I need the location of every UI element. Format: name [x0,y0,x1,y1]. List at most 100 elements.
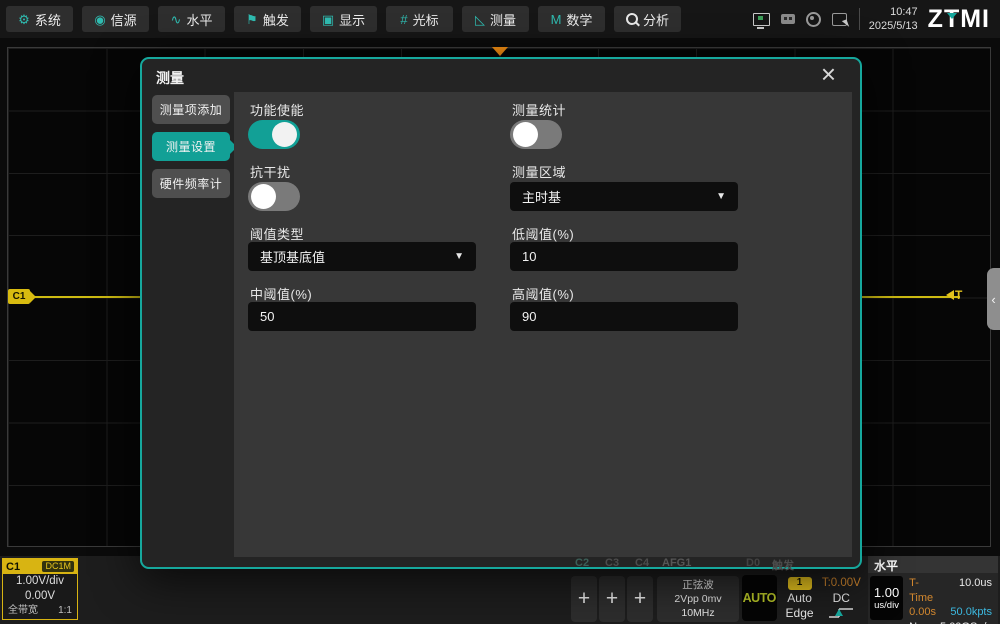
clock-date: 2025/5/13 [869,19,918,33]
menu-button-analyze[interactable]: 分析 [614,6,681,32]
logo-t-triangle-icon: T [944,5,960,34]
flag-icon: ⚑ [246,13,258,26]
trigger-position-marker[interactable] [492,47,508,56]
anti-jam-toggle[interactable] [248,182,300,211]
usb-status-icon [781,14,795,24]
timebase-value: 1.00 [870,586,903,600]
touch-status-icon [806,12,821,27]
mid-threshold-input[interactable] [248,302,476,331]
lan-status-icon [753,13,770,26]
hash-cursor-icon: # [400,13,407,26]
menu-button-cursor[interactable]: # 光标 [386,6,453,32]
threshold-type-value: 基顶基底值 [260,247,325,266]
add-channel4-button[interactable]: + [627,576,653,622]
trigger-info-panel[interactable]: AUTO 1 Auto Edge T:0.00V DC [742,574,864,622]
trigger-level-value: T:0.00V [822,576,861,590]
gesture-status-icon [832,13,847,26]
dialog-content-panel: 功能使能 测量统计 抗干扰 测量区域 主时基 ▼ 阈值类型 基顶基底值 ▼ 低阈… [234,92,852,557]
high-threshold-input[interactable] [510,302,738,331]
brand-logo: ZTMI [928,5,990,34]
channel1-header: C1 DC1M [3,559,77,574]
chevron-down-icon: ▼ [454,251,464,262]
trigger-mode: AUTO [742,575,777,621]
trigger-level-marker[interactable]: T [946,288,962,302]
anti-jam-label: 抗干扰 [250,162,291,181]
trigger-source-badge: 1 [788,577,812,590]
ttime-value: 10.0us [940,576,992,605]
menu-label: 系统 [35,10,61,29]
chevron-down-icon: ▼ [716,191,726,202]
delay-value: 0.00s [909,605,936,620]
sidebar-item-add-measurement[interactable]: 测量项添加 [152,95,230,124]
channel1-name: C1 [6,561,20,573]
channel1-scale: 1.00V/div [3,574,77,589]
measure-region-value: 主时基 [522,187,561,206]
threshold-type-select[interactable]: 基顶基底值 ▼ [248,242,476,271]
status-icon-cluster [753,12,847,27]
horizontal-info-panel[interactable]: 水平 1.00 us/div T-Time 10.0us 0.00s 50.0k… [868,556,998,624]
math-m-icon: M [551,13,562,26]
timebase-scale-box: 1.00 us/div [870,576,903,620]
menu-button-display[interactable]: ▣ 显示 [310,6,377,32]
measure-statistics-label: 测量统计 [512,100,566,119]
function-enable-toggle[interactable] [248,120,300,149]
menu-label: 水平 [186,10,212,29]
menu-label: 分析 [643,10,669,29]
antenna-icon: ◉ [94,13,105,26]
channel1-bandwidth: 全带宽 [8,604,38,618]
memory-depth: 50.0kpts [940,605,992,620]
monitor-icon: ▣ [322,13,334,26]
menu-label: 数学 [566,10,592,29]
measure-statistics-toggle[interactable] [510,120,562,149]
high-threshold-label: 高阈值(%) [512,284,574,303]
trigger-coupling: DC [833,591,850,605]
measure-region-select[interactable]: 主时基 ▼ [510,182,738,211]
acquire-mode: Norm [909,620,936,624]
side-panel-handle[interactable]: ‹ [987,268,1000,330]
sample-rate: 5.00GSa/s [940,620,992,624]
menu-button-source[interactable]: ◉ 信源 [82,6,149,32]
trigger-level-arrow-icon [946,290,954,300]
measure-region-label: 测量区域 [512,162,566,181]
threshold-type-label: 阈值类型 [250,224,304,243]
magnifier-icon [626,13,638,25]
channel1-info-box[interactable]: C1 DC1M 1.00V/div 0.00V 全带宽 1:1 [2,558,78,620]
channel1-level-tag[interactable]: C1 [8,289,30,304]
menu-button-measure[interactable]: ◺ 测量 [462,6,529,32]
menu-button-horizontal[interactable]: ∿ 水平 [158,6,225,32]
afg-amplitude: 2Vpp 0mv [657,592,739,606]
channel1-probe-ratio: 1:1 [58,604,72,618]
function-enable-label: 功能使能 [250,100,304,119]
sidebar-item-measure-settings[interactable]: 测量设置 [152,132,230,161]
afg-waveform: 正弦波 [657,578,739,592]
channel1-offset: 0.00V [3,589,77,604]
low-threshold-label: 低阈值(%) [512,224,574,243]
ttime-label: T-Time [909,576,936,605]
oscilloscope-screen: ⚙ 系统 ◉ 信源 ∿ 水平 ⚑ 触发 ▣ 显示 # 光标 ◺ 测量 M 数学 [0,0,1000,624]
menu-label: 显示 [339,10,365,29]
add-channel3-button[interactable]: + [599,576,625,622]
trigger-type: Edge [786,606,814,620]
menu-button-system[interactable]: ⚙ 系统 [6,6,73,32]
measure-dialog: 测量 × 测量项添加 测量设置 硬件频率计 功能使能 测量统计 抗干扰 测量区域… [140,57,862,569]
mid-threshold-label: 中阈值(%) [250,284,312,303]
top-menu-bar: ⚙ 系统 ◉ 信源 ∿ 水平 ⚑ 触发 ▣ 显示 # 光标 ◺ 测量 M 数学 [0,0,1000,38]
timebase-unit: us/div [870,600,903,611]
dialog-title: 测量 [156,68,184,88]
menu-label: 测量 [490,10,516,29]
menu-label: 触发 [263,10,289,29]
channel1-coupling-badge: DC1M [42,561,74,572]
close-icon[interactable]: × [821,60,836,88]
sidebar-item-hardware-counter[interactable]: 硬件频率计 [152,169,230,198]
trigger-sweep: Auto [787,591,812,605]
divider [859,8,860,30]
clock-time: 10:47 [869,5,918,19]
menu-button-math[interactable]: M 数学 [538,6,605,32]
horizontal-title: 水平 [868,556,998,573]
add-channel2-button[interactable]: + [571,576,597,622]
low-threshold-input[interactable] [510,242,738,271]
afg-info-panel[interactable]: 正弦波 2Vpp 0mv 10MHz [657,576,739,622]
wave-icon: ∿ [171,13,182,26]
rising-edge-icon [826,606,856,620]
menu-button-trigger[interactable]: ⚑ 触发 [234,6,301,32]
